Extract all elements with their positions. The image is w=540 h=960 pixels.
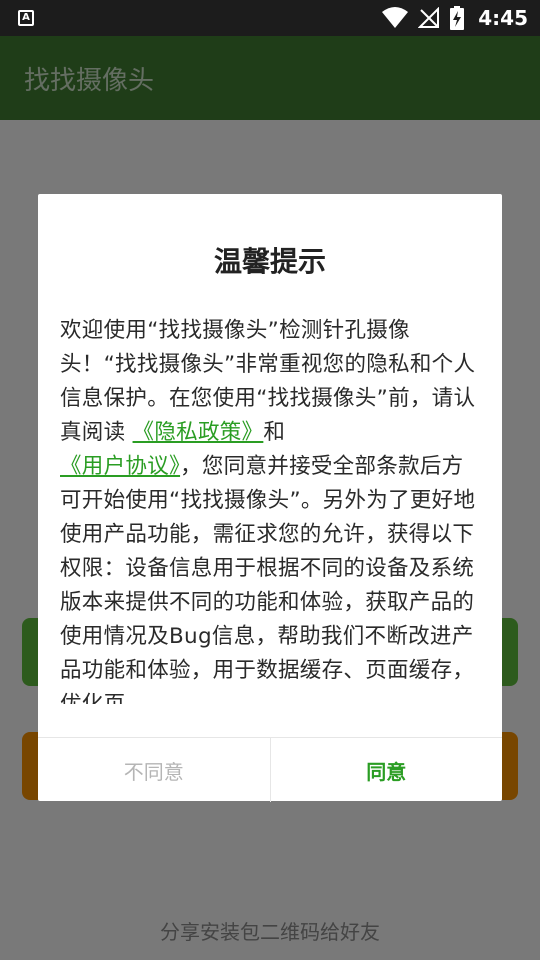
privacy-policy-link[interactable]: 《隐私政策》: [133, 420, 264, 445]
disagree-button[interactable]: 不同意: [38, 738, 271, 802]
dialog-body-text-2: ，您同意并接受全部条款后方可开始使用“找找摄像头”。另外为了更好地使用产品功能，…: [60, 454, 476, 704]
privacy-dialog: 温馨提示 欢迎使用“找找摄像头”检测针孔摄像头！“找找摄像头”非常重视您的隐私和…: [38, 194, 502, 802]
no-signal-icon: [418, 7, 440, 28]
battery-charging-icon: [450, 6, 465, 30]
agree-button[interactable]: 同意: [271, 738, 503, 802]
dialog-body-and: 和: [263, 420, 286, 445]
wifi-icon: [382, 7, 409, 28]
user-agreement-link[interactable]: 《用户协议》: [60, 454, 180, 479]
dialog-body: 欢迎使用“找找摄像头”检测针孔摄像头！“找找摄像头”非常重视您的隐私和个人信息保…: [60, 314, 480, 704]
clock: 4:45: [478, 6, 528, 30]
app-notification-icon: A: [18, 10, 34, 26]
status-bar: A 4:45: [0, 0, 540, 36]
dialog-title: 温馨提示: [213, 245, 326, 278]
dialog-button-row: 不同意 同意: [38, 737, 502, 802]
status-icons: 4:45: [382, 0, 528, 36]
